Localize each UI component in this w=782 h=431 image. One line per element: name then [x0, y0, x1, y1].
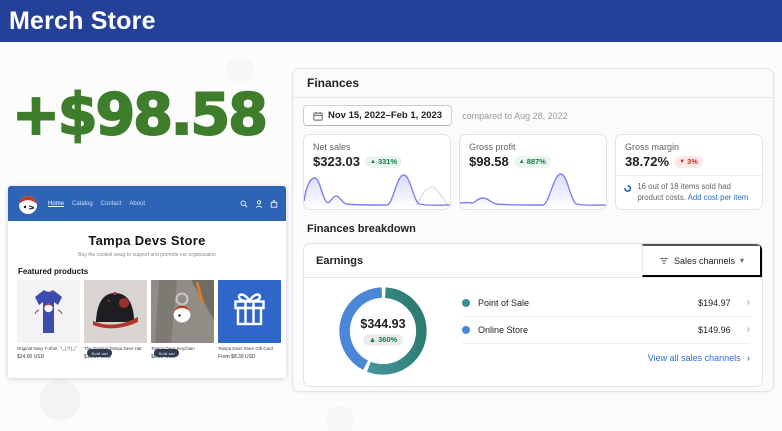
chevron-right-icon: › [747, 297, 750, 308]
store-nav-catalog[interactable]: Catalog [72, 201, 93, 207]
net-sales-delta-badge: ▲ 331% [365, 156, 402, 168]
store-nav-links: Home Catalog Contact About [48, 201, 145, 207]
product-card-hat[interactable]: Sold out The Original Tampa Devs Hat $10… [84, 280, 147, 360]
metric-cards: Net sales $323.03 ▲ 331% [293, 132, 773, 210]
filter-icon [659, 257, 669, 265]
point-of-sale-value: $194.97 [698, 298, 731, 308]
date-filter-row: Nov 15, 2022–Feb 1, 2023 compared to Aug… [293, 98, 773, 132]
store-subtitle: Buy the coolest swag to support and prom… [8, 252, 286, 258]
app-header: Merch Store [0, 0, 782, 42]
chevron-right-icon: › [747, 353, 750, 364]
chevron-down-icon: ▾ [740, 256, 744, 265]
store-navbar: Home Catalog Contact About [8, 186, 286, 221]
earnings-header: Earnings Sales channels ▾ [304, 244, 762, 278]
cart-icon[interactable] [270, 200, 278, 208]
view-all-sales-channels-link[interactable]: View all sales channels › [462, 344, 750, 373]
product-image-hat [84, 280, 147, 343]
legend-row-point-of-sale[interactable]: Point of Sale $194.97 › [462, 290, 750, 317]
cost-progress-icon [624, 182, 631, 195]
gross-margin-delta-badge: ▼ 3% [674, 156, 703, 168]
net-sales-value: $323.03 [313, 154, 360, 169]
product-price: $24.00 USD [17, 354, 80, 360]
up-arrow-icon: ▲ [519, 159, 525, 165]
product-image-keychain [151, 280, 214, 343]
gross-profit-card[interactable]: Gross profit $98.58 ▲ 887% [459, 134, 607, 210]
store-preview: Home Catalog Contact About Tampa Devs St… [8, 186, 286, 378]
finances-panel: Finances Nov 15, 2022–Feb 1, 2023 compar… [292, 68, 774, 392]
product-image-giftcard [218, 280, 281, 343]
up-arrow-icon: ▲ [369, 335, 376, 344]
product-card-tshirt[interactable]: Original Navy T-Shirt ¯\_(ツ)_/¯ $24.00 U… [17, 280, 80, 360]
account-icon[interactable] [255, 200, 263, 208]
product-card-keychain[interactable]: Sold out Tampa Devs Keychain $8.99 USD [151, 280, 214, 360]
sales-channels-dropdown[interactable]: Sales channels ▾ [642, 244, 762, 277]
add-cost-link[interactable]: Add cost per item [688, 193, 749, 202]
gross-profit-sparkline [460, 169, 606, 209]
down-arrow-icon: ▼ [679, 159, 685, 165]
gross-profit-value: $98.58 [469, 154, 509, 169]
up-arrow-icon: ▲ [370, 159, 376, 165]
gross-margin-value: 38.72% [625, 154, 669, 169]
date-range-button[interactable]: Nov 15, 2022–Feb 1, 2023 [303, 105, 452, 126]
product-costs-note: 16 out of 18 items sold had product cost… [616, 175, 762, 204]
sales-channels-label: Sales channels [674, 256, 735, 266]
net-sales-card[interactable]: Net sales $323.03 ▲ 331% [303, 134, 451, 210]
search-icon[interactable] [240, 200, 248, 208]
chevron-right-icon: › [747, 324, 750, 335]
store-logo-icon [16, 192, 40, 216]
date-range-label: Nov 15, 2022–Feb 1, 2023 [328, 110, 442, 121]
store-nav-about[interactable]: About [129, 201, 145, 207]
earnings-title: Earnings [304, 244, 642, 277]
product-card-giftcard[interactable]: Tampa Devs Store Gift Card From $8.30 US… [218, 280, 281, 360]
soldout-badge: Sold out [154, 349, 179, 357]
online-store-dot [462, 326, 470, 334]
calendar-icon [313, 111, 323, 121]
earnings-body: $344.93 ▲ 360% Point of Sale $194.97 › O… [304, 278, 762, 386]
earnings-donut-chart: $344.93 ▲ 360% [304, 283, 462, 379]
product-image-tshirt [17, 280, 80, 343]
online-store-value: $149.96 [698, 325, 731, 335]
compare-label: compared to Aug 28, 2022 [462, 111, 568, 121]
earnings-card: Earnings Sales channels ▾ [303, 243, 763, 387]
finances-heading: Finances [293, 69, 773, 98]
store-nav-icons [240, 200, 278, 208]
app-title: Merch Store [9, 7, 156, 36]
store-nav-contact[interactable]: Contact [101, 201, 122, 207]
earnings-legend: Point of Sale $194.97 › Online Store $14… [462, 290, 762, 373]
online-store-label: Online Store [478, 325, 528, 335]
net-sales-label: Net sales [313, 142, 441, 152]
net-sales-sparkline [304, 169, 450, 209]
point-of-sale-dot [462, 299, 470, 307]
gross-margin-card[interactable]: Gross margin 38.72% ▼ 3% 16 out of 18 it [615, 134, 763, 210]
gross-margin-label: Gross margin [625, 142, 753, 152]
gross-profit-label: Gross profit [469, 142, 597, 152]
featured-heading: Featured products [18, 267, 286, 276]
earnings-delta-badge: ▲ 360% [363, 334, 404, 346]
soldout-badge: Sold out [87, 349, 112, 357]
legend-row-online-store[interactable]: Online Store $149.96 › [462, 317, 750, 344]
profit-highlight: +$98.58 [6, 82, 272, 148]
product-title: Original Navy T-Shirt ¯\_(ツ)_/¯ [17, 346, 80, 352]
product-grid: Original Navy T-Shirt ¯\_(ツ)_/¯ $24.00 U… [8, 280, 286, 360]
product-price: From $8.30 USD [218, 354, 281, 360]
store-title: Tampa Devs Store [8, 233, 286, 248]
product-title: Tampa Devs Store Gift Card [218, 346, 281, 352]
donut-center: $344.93 ▲ 360% [304, 283, 462, 379]
store-nav-home[interactable]: Home [48, 201, 64, 207]
earnings-total: $344.93 [360, 317, 405, 331]
gross-profit-delta-badge: ▲ 887% [514, 156, 551, 168]
finances-breakdown-heading: Finances breakdown [293, 210, 773, 243]
point-of-sale-label: Point of Sale [478, 298, 529, 308]
